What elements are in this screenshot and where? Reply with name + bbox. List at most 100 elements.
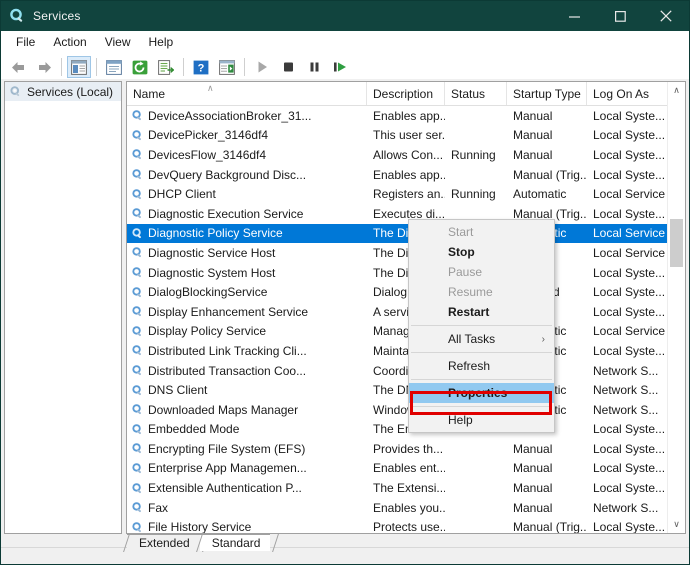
service-gear-icon: [132, 228, 141, 238]
table-row[interactable]: Enterprise App Managemen... Enables ent..…: [127, 459, 685, 479]
context-menu-separator: [411, 325, 552, 326]
cell-logon: Network S...: [587, 498, 671, 518]
column-header-status[interactable]: Status: [445, 82, 507, 105]
context-menu-item-label: Pause: [448, 265, 483, 279]
maximize-button[interactable]: [597, 1, 643, 31]
minimize-button[interactable]: [551, 1, 597, 31]
table-row[interactable]: Diagnostic Execution Service Executes di.…: [127, 204, 685, 224]
context-menu-item-all-tasks[interactable]: All Tasks ›: [409, 329, 554, 349]
table-row[interactable]: Fax Enables you... Manual Network S...: [127, 498, 685, 518]
column-header-logon[interactable]: Log On As: [587, 82, 671, 105]
context-menu-item-refresh[interactable]: Refresh: [409, 356, 554, 376]
cell-status: [445, 106, 507, 126]
service-gear-icon: [132, 110, 141, 121]
table-row[interactable]: Encrypting File System (EFS) Provides th.…: [127, 439, 685, 459]
cell-label: Enables app...: [373, 167, 445, 182]
cell-label: Local Syste...: [593, 265, 666, 280]
toolbar-separator-2: [96, 58, 97, 76]
context-menu-item-pause: Pause: [409, 262, 554, 282]
show-hide-tree-icon[interactable]: [67, 56, 91, 78]
service-name-label: DialogBlockingService: [148, 285, 268, 300]
context-menu-item-properties[interactable]: Properties: [409, 383, 554, 403]
export-list-icon[interactable]: [154, 56, 178, 78]
service-name-label: Diagnostic Service Host: [148, 245, 276, 260]
table-row[interactable]: Display Policy ServiceManages th...Runni…: [127, 322, 685, 342]
cell-startup: Manual (Trig...: [507, 517, 587, 533]
table-row[interactable]: DevicesFlow_3146df4 Allows Con... Running M…: [127, 145, 685, 165]
scroll-up-arrow-icon[interactable]: ∧: [668, 82, 685, 99]
table-row[interactable]: File History Service Protects use... Manua…: [127, 517, 685, 533]
help-icon[interactable]: ?: [189, 56, 213, 78]
context-menu-item-stop[interactable]: Stop: [409, 242, 554, 262]
start-service-icon[interactable]: [250, 56, 274, 78]
table-row[interactable]: Extensible Authentication P... The Extens…: [127, 478, 685, 498]
forward-arrow-icon[interactable]: [32, 56, 56, 78]
tab-extended[interactable]: Extended: [127, 534, 200, 551]
table-row[interactable]: Display Enhancement ServiceA service fo.…: [127, 302, 685, 322]
scroll-down-arrow-icon[interactable]: ∨: [668, 516, 685, 533]
table-row[interactable]: Downloaded Maps ManagerWindows se...Auto…: [127, 400, 685, 420]
column-header-name[interactable]: Name ∧: [127, 82, 367, 105]
table-row[interactable]: Distributed Link Tracking Cli... Maintain…: [127, 341, 685, 361]
context-menu-item-label: Resume: [448, 285, 493, 299]
scrollbar-track[interactable]: [668, 99, 685, 516]
cell-name: DevQuery Background Disc...: [127, 165, 367, 185]
cell-name: DialogBlockingService: [127, 282, 367, 302]
table-row[interactable]: DeviceAssociationBroker_31... Enables app…: [127, 106, 685, 126]
cell-label: Local Syste...: [593, 206, 666, 221]
back-arrow-icon[interactable]: [6, 56, 30, 78]
cell-status: [445, 439, 507, 459]
cell-logon: Network S...: [587, 380, 671, 400]
context-menu-item-help[interactable]: Help: [409, 410, 554, 430]
service-gear-icon: [132, 286, 141, 297]
table-row[interactable]: DHCP Client Registers an... Running Automat…: [127, 184, 685, 204]
context-menu-separator: [411, 406, 552, 407]
scrollbar-thumb[interactable]: [670, 219, 683, 267]
service-gear-icon: [132, 169, 141, 180]
service-name-label: DNS Client: [148, 383, 208, 398]
cell-label: Local Syste...: [593, 285, 666, 300]
vertical-scrollbar[interactable]: ∧ ∨: [667, 82, 685, 533]
table-row[interactable]: Diagnostic System HostThe Diagno...Manua…: [127, 263, 685, 283]
table-row[interactable]: DevQuery Background Disc... Enables app..…: [127, 165, 685, 185]
table-row[interactable]: DNS ClientThe DNS Cli...RunningAutomatic…: [127, 380, 685, 400]
list-view-icon[interactable]: [215, 56, 239, 78]
cell-label: Local Syste...: [593, 304, 666, 319]
cell-name: Fax: [127, 498, 367, 518]
cell-startup: Manual: [507, 106, 587, 126]
table-row[interactable]: DevicePicker_3146df4 This user ser... Manu…: [127, 126, 685, 146]
cell-label: Running: [451, 147, 496, 162]
menu-action[interactable]: Action: [44, 32, 95, 52]
context-menu-item-restart[interactable]: Restart: [409, 302, 554, 322]
properties-icon[interactable]: [102, 56, 126, 78]
menu-view[interactable]: View: [96, 32, 140, 52]
menu-help[interactable]: Help: [140, 32, 183, 52]
cell-status: Running: [445, 145, 507, 165]
cell-name: Extensible Authentication P...: [127, 478, 367, 498]
cell-startup: Manual (Trig...: [507, 165, 587, 185]
cell-label: Network S...: [593, 500, 659, 515]
stop-service-icon[interactable]: [276, 56, 300, 78]
column-header-description[interactable]: Description: [367, 82, 445, 105]
cell-label: Protects use...: [373, 520, 445, 533]
cell-description: The Extensi...: [367, 478, 445, 498]
table-row[interactable]: Diagnostic Policy ServiceThe Diagno...Ru…: [127, 223, 685, 244]
table-row[interactable]: DialogBlockingServiceDialog Bloc...Disab…: [127, 282, 685, 302]
pause-service-icon[interactable]: [302, 56, 326, 78]
close-button[interactable]: [643, 1, 689, 31]
cell-startup: Manual: [507, 459, 587, 479]
tab-standard[interactable]: Standard: [199, 534, 271, 551]
refresh-icon[interactable]: [128, 56, 152, 78]
services-list-pane: Name ∧ Description Status Startup Type Log On…: [126, 81, 686, 534]
column-header-startup[interactable]: Startup Type: [507, 82, 587, 105]
table-row[interactable]: Distributed Transaction Coo...Coordinate…: [127, 361, 685, 381]
menu-file[interactable]: File: [7, 32, 44, 52]
tree-item-services-local[interactable]: Services (Local): [5, 82, 121, 101]
restart-service-icon[interactable]: [328, 56, 352, 78]
service-gear-icon: [132, 424, 141, 434]
cell-label: Provides th...: [373, 441, 444, 456]
table-row[interactable]: Embedded ModeThe Embed...ManualLocal Sys…: [127, 420, 685, 440]
cell-name: Enterprise App Managemen...: [127, 459, 367, 479]
context-menu-item-label: Refresh: [448, 359, 491, 373]
table-row[interactable]: Diagnostic Service HostThe Diagno...Runn…: [127, 243, 685, 263]
